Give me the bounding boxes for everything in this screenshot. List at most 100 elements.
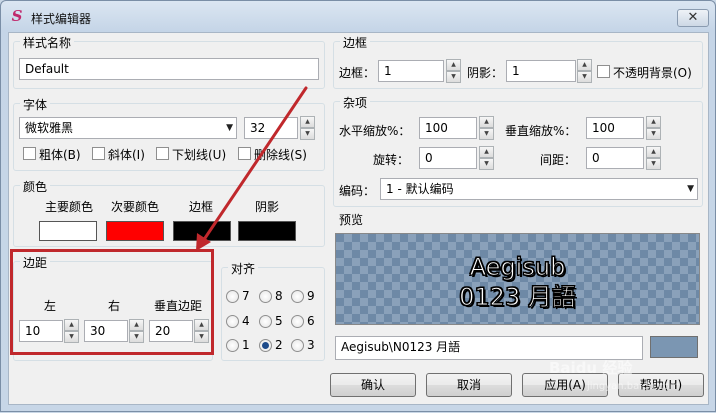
font-size-spinner[interactable]: ▲ ▼ (300, 116, 315, 140)
outline-color-label: 边框 (189, 200, 214, 214)
font-family-value: 微软雅黑 (25, 121, 74, 135)
align-label-2: 2 (275, 338, 283, 352)
outline-width-label: 边框： (339, 66, 376, 80)
chevron-down-icon: ▼ (687, 184, 694, 194)
strikeout-checkbox[interactable] (238, 147, 251, 160)
shadow-color-label: 阴影 (255, 200, 280, 214)
spin-down-icon[interactable]: ▼ (446, 71, 461, 83)
opaque-box-checkbox[interactable] (597, 65, 610, 78)
rotation-spinner[interactable]: ▲ ▼ (479, 146, 494, 170)
spin-up-icon[interactable]: ▲ (646, 116, 661, 128)
font-label: 字体 (20, 96, 51, 113)
close-icon: ✕ (687, 10, 699, 25)
italic-checkbox[interactable] (92, 147, 105, 160)
spacing-spinner[interactable]: ▲ ▼ (646, 146, 661, 170)
primary-color-swatch[interactable] (39, 221, 97, 241)
strikeout-label: 删除线(S) (254, 148, 307, 162)
bold-checkbox[interactable] (23, 147, 36, 160)
watermark-text: Baidu 经验 (549, 359, 633, 377)
annotation-highlight-box (10, 249, 214, 355)
shadow-depth-label: 阴影： (467, 66, 504, 80)
font-family-select[interactable]: 微软雅黑 ▼ (19, 117, 237, 139)
outline-width-input[interactable]: 1 (378, 60, 444, 82)
align-radio-1[interactable] (226, 339, 239, 352)
title-bar[interactable]: S 样式编辑器 ✕ (1, 1, 715, 33)
align-label-8: 8 (275, 289, 283, 303)
encoding-value: 1 - 默认编码 (386, 182, 454, 196)
rotation-input[interactable]: 0 (419, 147, 477, 169)
style-name-input[interactable]: Default (19, 58, 319, 80)
spin-up-icon[interactable]: ▲ (446, 59, 461, 71)
align-radio-4[interactable] (226, 315, 239, 328)
spin-down-icon[interactable]: ▼ (646, 128, 661, 140)
encoding-select[interactable]: 1 - 默认编码 ▼ (380, 178, 698, 200)
colors-label: 颜色 (20, 178, 51, 195)
spin-down-icon[interactable]: ▼ (300, 128, 315, 140)
scale-x-spinner[interactable]: ▲ ▼ (479, 116, 494, 140)
preview-canvas: Aegisub 0123 月語 (335, 233, 700, 325)
opaque-box-label: 不透明背景(O) (613, 66, 692, 80)
aegisub-app-icon: S (11, 7, 23, 25)
style-name-label: 样式名称 (20, 34, 75, 51)
shadow-color-swatch[interactable] (238, 221, 296, 241)
secondary-color-label: 次要颜色 (111, 200, 160, 214)
secondary-color-swatch[interactable] (106, 221, 164, 241)
scale-y-spinner[interactable]: ▲ ▼ (646, 116, 661, 140)
preview-line-2: 0123 月語 (459, 283, 577, 312)
scale-x-label: 水平缩放%： (339, 124, 411, 138)
align-label-7: 7 (242, 289, 250, 303)
spin-up-icon[interactable]: ▲ (479, 116, 494, 128)
align-radio-6[interactable] (291, 315, 304, 328)
spin-down-icon[interactable]: ▼ (577, 71, 592, 83)
underline-label: 下划线(U) (172, 148, 227, 162)
align-radio-3[interactable] (291, 339, 304, 352)
spin-up-icon[interactable]: ▲ (577, 59, 592, 71)
spacing-label: 间距： (540, 153, 577, 167)
align-label-4: 4 (242, 314, 250, 328)
align-label-6: 6 (307, 314, 315, 328)
scale-y-input[interactable]: 100 (586, 117, 644, 139)
encoding-label: 编码： (339, 184, 376, 198)
spin-up-icon[interactable]: ▲ (479, 146, 494, 158)
style-editor-window: S 样式编辑器 ✕ 样式名称 Default 字体 微软雅黑 ▼ 32 ▲ ▼ … (0, 0, 716, 412)
font-size-input[interactable]: 32 (244, 117, 298, 139)
preview-bg-color-button[interactable] (650, 336, 698, 358)
align-label-1: 1 (242, 338, 250, 352)
align-radio-5[interactable] (259, 315, 272, 328)
scale-y-label: 垂直缩放%： (505, 124, 577, 138)
window-title: 样式编辑器 (31, 12, 92, 26)
scale-x-input[interactable]: 100 (419, 117, 477, 139)
underline-checkbox[interactable] (156, 147, 169, 160)
outline-width-spinner[interactable]: ▲ ▼ (446, 59, 461, 83)
spacing-input[interactable]: 0 (586, 147, 644, 169)
shadow-depth-input[interactable]: 1 (506, 60, 576, 82)
align-label-5: 5 (275, 314, 283, 328)
preview-line-1: Aegisub (469, 253, 566, 282)
align-radio-8[interactable] (259, 290, 272, 303)
border-label: 边框 (340, 34, 371, 51)
close-button[interactable]: ✕ (677, 9, 709, 27)
align-label-3: 3 (307, 338, 315, 352)
align-radio-7[interactable] (226, 290, 239, 303)
primary-color-label: 主要颜色 (45, 200, 94, 214)
align-radio-2[interactable] (259, 339, 272, 352)
rotation-label: 旋转： (373, 153, 410, 167)
spin-up-icon[interactable]: ▲ (300, 116, 315, 128)
cancel-button[interactable]: 取消 (426, 373, 512, 397)
outline-color-swatch[interactable] (173, 221, 231, 241)
spin-up-icon[interactable]: ▲ (646, 146, 661, 158)
italic-label: 斜体(I) (108, 148, 145, 162)
spin-down-icon[interactable]: ▼ (479, 158, 494, 170)
spin-down-icon[interactable]: ▼ (646, 158, 661, 170)
align-radio-9[interactable] (291, 290, 304, 303)
ok-button[interactable]: 确认 (330, 373, 416, 397)
shadow-depth-spinner[interactable]: ▲ ▼ (577, 59, 592, 83)
misc-label: 杂项 (340, 94, 371, 111)
align-label-9: 9 (307, 289, 315, 303)
spin-down-icon[interactable]: ▼ (479, 128, 494, 140)
preview-label: 预览 (339, 213, 364, 227)
bold-label: 粗体(B) (39, 148, 81, 162)
chevron-down-icon: ▼ (226, 123, 233, 133)
watermark-url: jingyan.baidu.com (587, 381, 680, 392)
alignment-label: 对齐 (228, 260, 259, 277)
